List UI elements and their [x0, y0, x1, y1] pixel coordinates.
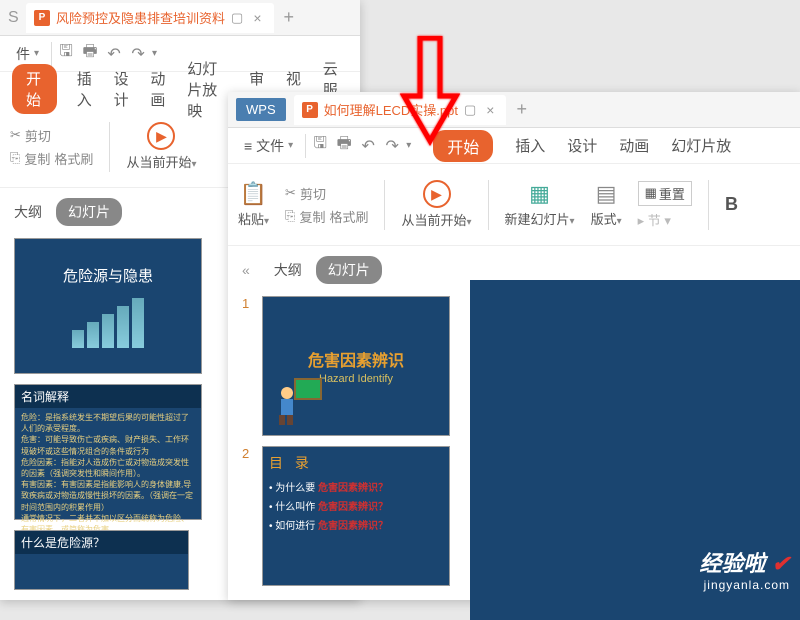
person-chalkboard-icon: [273, 375, 323, 425]
slide-number: 2: [242, 446, 254, 586]
menu-animation[interactable]: 动画: [150, 68, 167, 110]
redo-icon[interactable]: ↷: [128, 44, 148, 64]
check-icon: ✔: [772, 551, 790, 576]
slide-1-preview: 危险源与隐患: [14, 238, 202, 374]
file-menu[interactable]: ≡ 文件 ▾: [236, 132, 301, 160]
watermark: 经验啦 ✔ jingyanla.com: [699, 546, 790, 592]
save-icon[interactable]: 🖫: [310, 136, 330, 156]
slide-3-header: 什么是危险源？: [15, 531, 188, 554]
play-icon: ▶: [423, 180, 451, 208]
section-button[interactable]: ▸ 节 ▾: [638, 210, 692, 229]
menu-design[interactable]: 设计: [567, 135, 597, 156]
slide-thumb-1[interactable]: 1 危害因素辨识 Hazard Identify: [242, 296, 454, 436]
new-tab-button[interactable]: +: [506, 99, 537, 120]
tab-close-icon[interactable]: ×: [249, 10, 265, 26]
slide-1-title: 危险源与隐患: [63, 265, 153, 286]
quick-toolbar: ≡ 文件 ▾ 🖫 🖶 ↶ ↷ ▾ 开始 插入 设计 动画 幻灯片放: [228, 128, 800, 164]
slide-number: 1: [242, 296, 254, 436]
slide-3-preview: 什么是危险源？: [14, 530, 189, 590]
cut-button[interactable]: ✂剪切: [10, 126, 93, 145]
undo-icon[interactable]: ↶: [358, 136, 378, 156]
print-icon[interactable]: 🖶: [80, 44, 100, 64]
from-current-button[interactable]: ▶ 从当前开始▾: [401, 180, 471, 229]
tab-bar: WPS P 如何理解LECD实操.ppt ▢ × +: [228, 92, 800, 128]
slide-2-preview: 目 录 • 为什么要 危害因素辨识？ • 什么叫作 危害因素辨识？ • 如何进行…: [262, 446, 450, 586]
new-slide-icon: ▦: [529, 181, 550, 207]
watermark-url: jingyanla.com: [699, 578, 790, 592]
menu-slideshow[interactable]: 幻灯片放: [671, 135, 731, 156]
tab-bar: S P 风险预控及隐患排查培训资料 ▢ × +: [0, 0, 360, 36]
slide-1-preview: 危害因素辨识 Hazard Identify: [262, 296, 450, 436]
menu-design[interactable]: 设计: [114, 68, 131, 110]
reset-group: ▦ 重置 ▸ 节 ▾: [638, 181, 692, 229]
menu-slideshow[interactable]: 幻灯片放映: [187, 58, 229, 121]
document-tab[interactable]: P 风险预控及隐患排查培训资料 ▢ ×: [26, 3, 274, 33]
layout-icon: ▤: [596, 181, 617, 207]
outline-tab[interactable]: 大纲: [274, 260, 302, 280]
quick-toolbar: 件 ▾ 🖫 🖶 ↶ ↷ ▾: [0, 36, 360, 72]
undo-icon[interactable]: ↶: [104, 44, 124, 64]
reset-button[interactable]: ▦ 重置: [638, 181, 692, 206]
layout-button[interactable]: ▤ 版式▾: [591, 181, 622, 228]
panel-tabs: « 大纲 幻灯片: [228, 252, 468, 288]
bold-button[interactable]: B: [725, 194, 738, 215]
ppt-icon: P: [34, 10, 50, 26]
outline-tab[interactable]: 大纲: [14, 202, 42, 222]
paste-icon: 📋: [240, 181, 267, 207]
tab-window-icon[interactable]: ▢: [231, 10, 243, 26]
slides-tab[interactable]: 幻灯片: [56, 198, 122, 226]
save-icon[interactable]: 🖫: [56, 44, 76, 64]
tab-title: 风险预控及隐患排查培训资料: [56, 8, 225, 27]
menu-animation[interactable]: 动画: [619, 135, 649, 156]
play-icon: ▶: [147, 122, 175, 150]
window-2: WPS P 如何理解LECD实操.ppt ▢ × + ≡ 文件 ▾ 🖫 🖶 ↶ …: [228, 92, 800, 600]
new-slide-button[interactable]: ▦ 新建幻灯片▾: [505, 181, 575, 228]
copy-button[interactable]: ⎘复制 格式刷: [10, 149, 93, 168]
slide-2-title: 目 录: [269, 453, 443, 473]
menu-insert[interactable]: 插入: [77, 68, 94, 110]
tab-window-icon[interactable]: ▢: [464, 102, 476, 118]
slide-1-title-en: Hazard Identify: [319, 373, 393, 385]
annotation-arrow: [400, 36, 460, 151]
slide-1-title-zh: 危害因素辨识: [308, 347, 404, 371]
print-icon[interactable]: 🖶: [334, 136, 354, 156]
copy-format-button[interactable]: ⎘复制 格式刷: [285, 207, 368, 226]
tab-close-icon[interactable]: ×: [482, 102, 498, 118]
menu-insert[interactable]: 插入: [515, 135, 545, 156]
new-tab-button[interactable]: +: [274, 7, 305, 28]
slide-thumbnails: 1 危害因素辨识 Hazard Identify 2 目 录 • 为什么要 危害…: [228, 288, 468, 604]
slide-2-header: 名词解释: [15, 385, 201, 408]
slides-tab[interactable]: 幻灯片: [316, 256, 382, 284]
ppt-icon: P: [302, 102, 318, 118]
slide-2-preview: 名词解释 危险：是指系统发生不期望后果的可能性超过了人们的承受程度。 危害：可能…: [14, 384, 202, 520]
menu-start[interactable]: 开始: [12, 64, 57, 114]
collapse-icon[interactable]: «: [242, 262, 250, 278]
clipboard-group: ✂剪切 ⎘复制 格式刷: [10, 126, 93, 168]
cut-button[interactable]: ✂剪切: [285, 184, 368, 203]
from-current-button[interactable]: ▶ 从当前开始▾: [126, 122, 196, 171]
wps-home-tab[interactable]: WPS: [236, 98, 286, 121]
paste-button[interactable]: 📋 粘贴▾: [238, 181, 269, 228]
clipboard-group: ✂剪切 ⎘复制 格式刷: [285, 184, 368, 226]
slide-thumb-2[interactable]: 2 目 录 • 为什么要 危害因素辨识？ • 什么叫作 危害因素辨识？ • 如何…: [242, 446, 454, 586]
slide-2-text: 危险：是指系统发生不期望后果的可能性超过了人们的承受程度。 危害：可能导致伤亡或…: [21, 412, 195, 535]
toolbar-more[interactable]: ▾: [152, 48, 157, 59]
ribbon: 📋 粘贴▾ ✂剪切 ⎘复制 格式刷 ▶ 从当前开始▾ ▦ 新建幻灯片▾ ▤ 版式…: [228, 164, 800, 246]
